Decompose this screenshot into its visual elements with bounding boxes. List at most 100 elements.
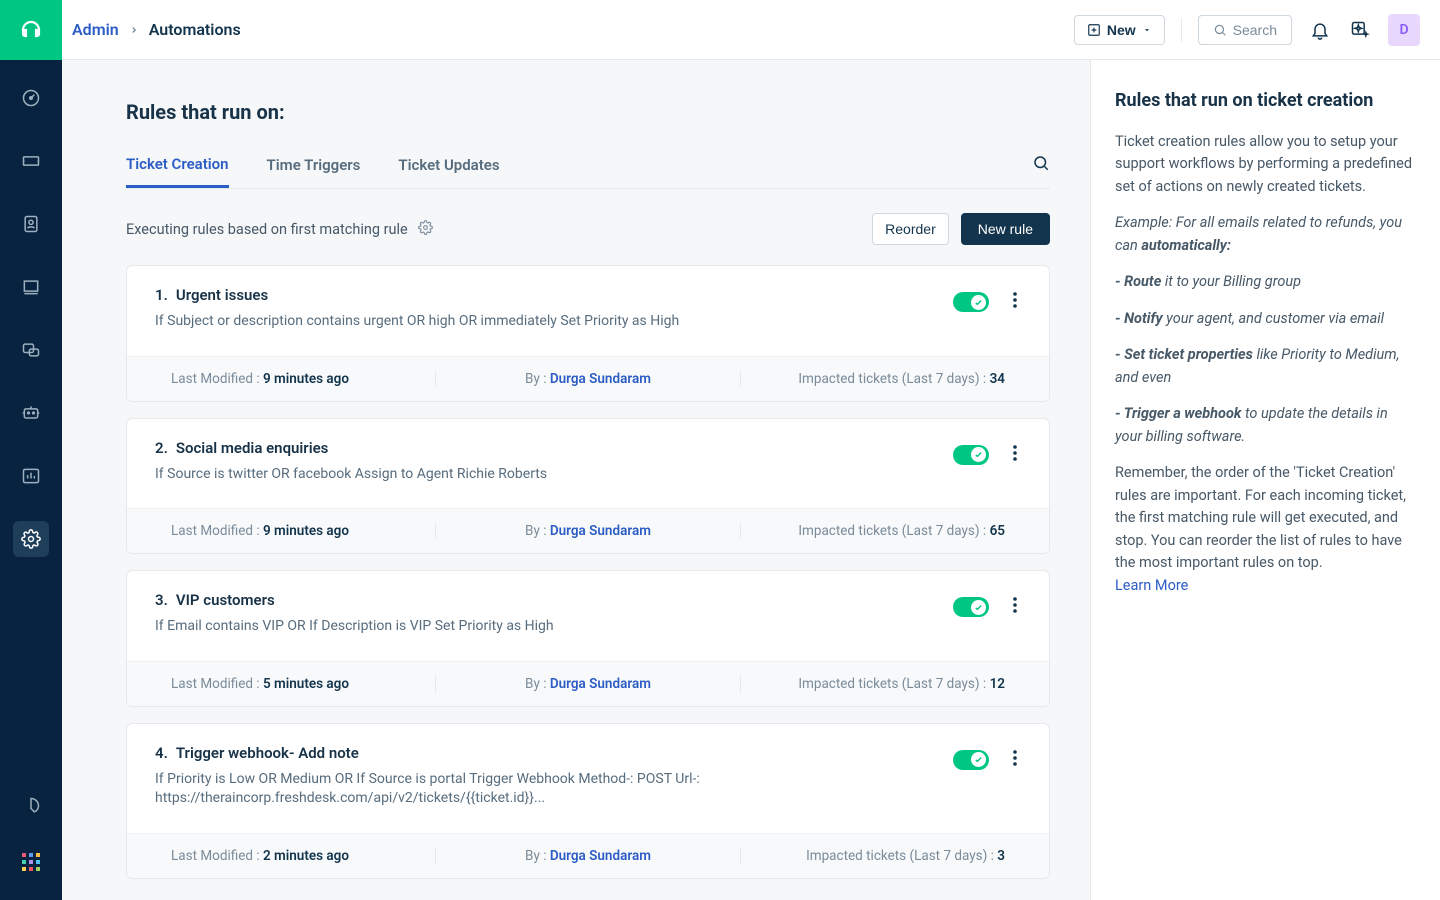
toggle-knob	[971, 295, 986, 310]
rule-impact: Impacted tickets (Last 7 days) : 3	[741, 848, 1005, 864]
rule-impact: Impacted tickets (Last 7 days) : 12	[741, 676, 1005, 692]
rules-search-button[interactable]	[1032, 154, 1050, 188]
rule-card[interactable]: 4. Trigger webhook- Add note If Priority…	[126, 723, 1050, 879]
sidebar-apps[interactable]	[13, 844, 49, 880]
rule-modified: Last Modified : 5 minutes ago	[171, 676, 435, 692]
rule-author: By : Durga Sundaram	[435, 523, 741, 539]
rule-more-button[interactable]	[1009, 597, 1021, 617]
rule-toggle[interactable]	[953, 750, 989, 770]
more-vertical-icon	[1013, 750, 1017, 766]
rule-title: Trigger webhook- Add note	[176, 744, 359, 762]
user-avatar[interactable]: D	[1388, 14, 1420, 46]
rule-toggle[interactable]	[953, 597, 989, 617]
rule-more-button[interactable]	[1009, 445, 1021, 465]
check-icon	[974, 298, 983, 307]
rule-number: 2.	[155, 439, 168, 457]
rule-author-link[interactable]: Durga Sundaram	[550, 523, 651, 539]
search-icon	[1213, 23, 1227, 37]
breadcrumb-admin-link[interactable]: Admin	[72, 20, 119, 39]
sidebar-tickets[interactable]	[13, 143, 49, 179]
sidebar-freshworks[interactable]	[13, 788, 49, 824]
check-icon	[974, 450, 983, 459]
rule-description: If Subject or description contains urgen…	[155, 312, 933, 332]
info-bullet: - Set ticket properties like Priority to…	[1115, 344, 1416, 389]
tab-time-triggers[interactable]: Time Triggers	[267, 156, 361, 186]
rule-description: If Source is twitter OR facebook Assign …	[155, 465, 933, 485]
sidebar-social[interactable]	[13, 332, 49, 368]
rule-author: By : Durga Sundaram	[435, 371, 741, 387]
check-icon	[974, 603, 983, 612]
info-bullet: - Notify your agent, and customer via em…	[1115, 308, 1416, 330]
toggle-knob	[971, 752, 986, 767]
rules-list: 1. Urgent issues If Subject or descripti…	[126, 265, 1050, 900]
notifications-button[interactable]	[1308, 18, 1332, 42]
brand-logo[interactable]	[0, 0, 62, 60]
plus-square-icon	[1087, 23, 1101, 37]
rule-more-button[interactable]	[1009, 292, 1021, 312]
new-rule-button[interactable]: New rule	[961, 213, 1050, 245]
rule-number: 3.	[155, 591, 168, 609]
sidebar-dashboard[interactable]	[13, 80, 49, 116]
more-vertical-icon	[1013, 292, 1017, 308]
bell-icon	[1310, 20, 1330, 40]
sidebar	[0, 0, 62, 900]
rule-author: By : Durga Sundaram	[435, 848, 741, 864]
rule-card[interactable]: 2. Social media enquiries If Source is t…	[126, 418, 1050, 555]
rule-number: 1.	[155, 286, 168, 304]
info-bullet: - Route it to your Billing group	[1115, 271, 1416, 293]
sidebar-bot[interactable]	[13, 395, 49, 431]
search-icon	[1032, 154, 1050, 172]
rule-modified: Last Modified : 2 minutes ago	[171, 848, 435, 864]
rule-more-button[interactable]	[1009, 750, 1021, 770]
gear-icon	[418, 220, 433, 235]
page-title: Rules that run on:	[126, 100, 1050, 124]
rule-number: 4.	[155, 744, 168, 762]
info-title: Rules that run on ticket creation	[1115, 90, 1416, 111]
breadcrumb: Admin Automations	[72, 20, 241, 39]
sidebar-contacts[interactable]	[13, 206, 49, 242]
header: Admin Automations New Search	[62, 0, 1440, 60]
rule-author-link[interactable]: Durga Sundaram	[550, 371, 651, 387]
tab-ticket-creation[interactable]: Ticket Creation	[126, 155, 229, 188]
chevron-down-icon	[1142, 25, 1152, 35]
learn-more-link[interactable]: Learn More	[1115, 577, 1188, 594]
info-intro: Ticket creation rules allow you to setup…	[1115, 131, 1416, 198]
rule-impact: Impacted tickets (Last 7 days) : 65	[741, 523, 1005, 539]
execution-settings-button[interactable]	[418, 220, 433, 239]
sparkle-icon	[1350, 20, 1370, 40]
check-icon	[974, 755, 983, 764]
rule-card[interactable]: 3. VIP customers If Email contains VIP O…	[126, 570, 1050, 707]
info-example: Example: For all emails related to refun…	[1115, 212, 1416, 257]
reorder-button[interactable]: Reorder	[872, 213, 949, 245]
chevron-right-icon	[129, 20, 139, 39]
rule-card[interactable]: 1. Urgent issues If Subject or descripti…	[126, 265, 1050, 402]
rule-title: VIP customers	[176, 591, 275, 609]
tabs: Ticket Creation Time Triggers Ticket Upd…	[126, 154, 1050, 189]
info-panel: Rules that run on ticket creation Ticket…	[1090, 60, 1440, 900]
toggle-knob	[971, 600, 986, 615]
tab-ticket-updates[interactable]: Ticket Updates	[398, 156, 499, 186]
rule-author: By : Durga Sundaram	[435, 676, 741, 692]
rule-toggle[interactable]	[953, 292, 989, 312]
rule-impact: Impacted tickets (Last 7 days) : 34	[741, 371, 1005, 387]
rule-description: If Email contains VIP OR If Description …	[155, 617, 933, 637]
execution-mode-text: Executing rules based on first matching …	[126, 220, 433, 239]
rule-title: Social media enquiries	[176, 439, 329, 457]
sidebar-solutions[interactable]	[13, 269, 49, 305]
sidebar-admin-settings[interactable]	[13, 521, 49, 557]
rule-modified: Last Modified : 9 minutes ago	[171, 523, 435, 539]
info-remember: Remember, the order of the 'Ticket Creat…	[1115, 462, 1416, 597]
search-button[interactable]: Search	[1198, 15, 1292, 45]
new-dropdown-button[interactable]: New	[1074, 15, 1165, 45]
more-vertical-icon	[1013, 445, 1017, 461]
sidebar-analytics[interactable]	[13, 458, 49, 494]
info-bullet: - Trigger a webhook to update the detail…	[1115, 403, 1416, 448]
ai-button[interactable]	[1348, 18, 1372, 42]
rule-title: Urgent issues	[176, 286, 268, 304]
rule-author-link[interactable]: Durga Sundaram	[550, 848, 651, 864]
toggle-knob	[971, 447, 986, 462]
breadcrumb-current: Automations	[149, 20, 241, 39]
rule-toggle[interactable]	[953, 445, 989, 465]
more-vertical-icon	[1013, 597, 1017, 613]
rule-author-link[interactable]: Durga Sundaram	[550, 676, 651, 692]
